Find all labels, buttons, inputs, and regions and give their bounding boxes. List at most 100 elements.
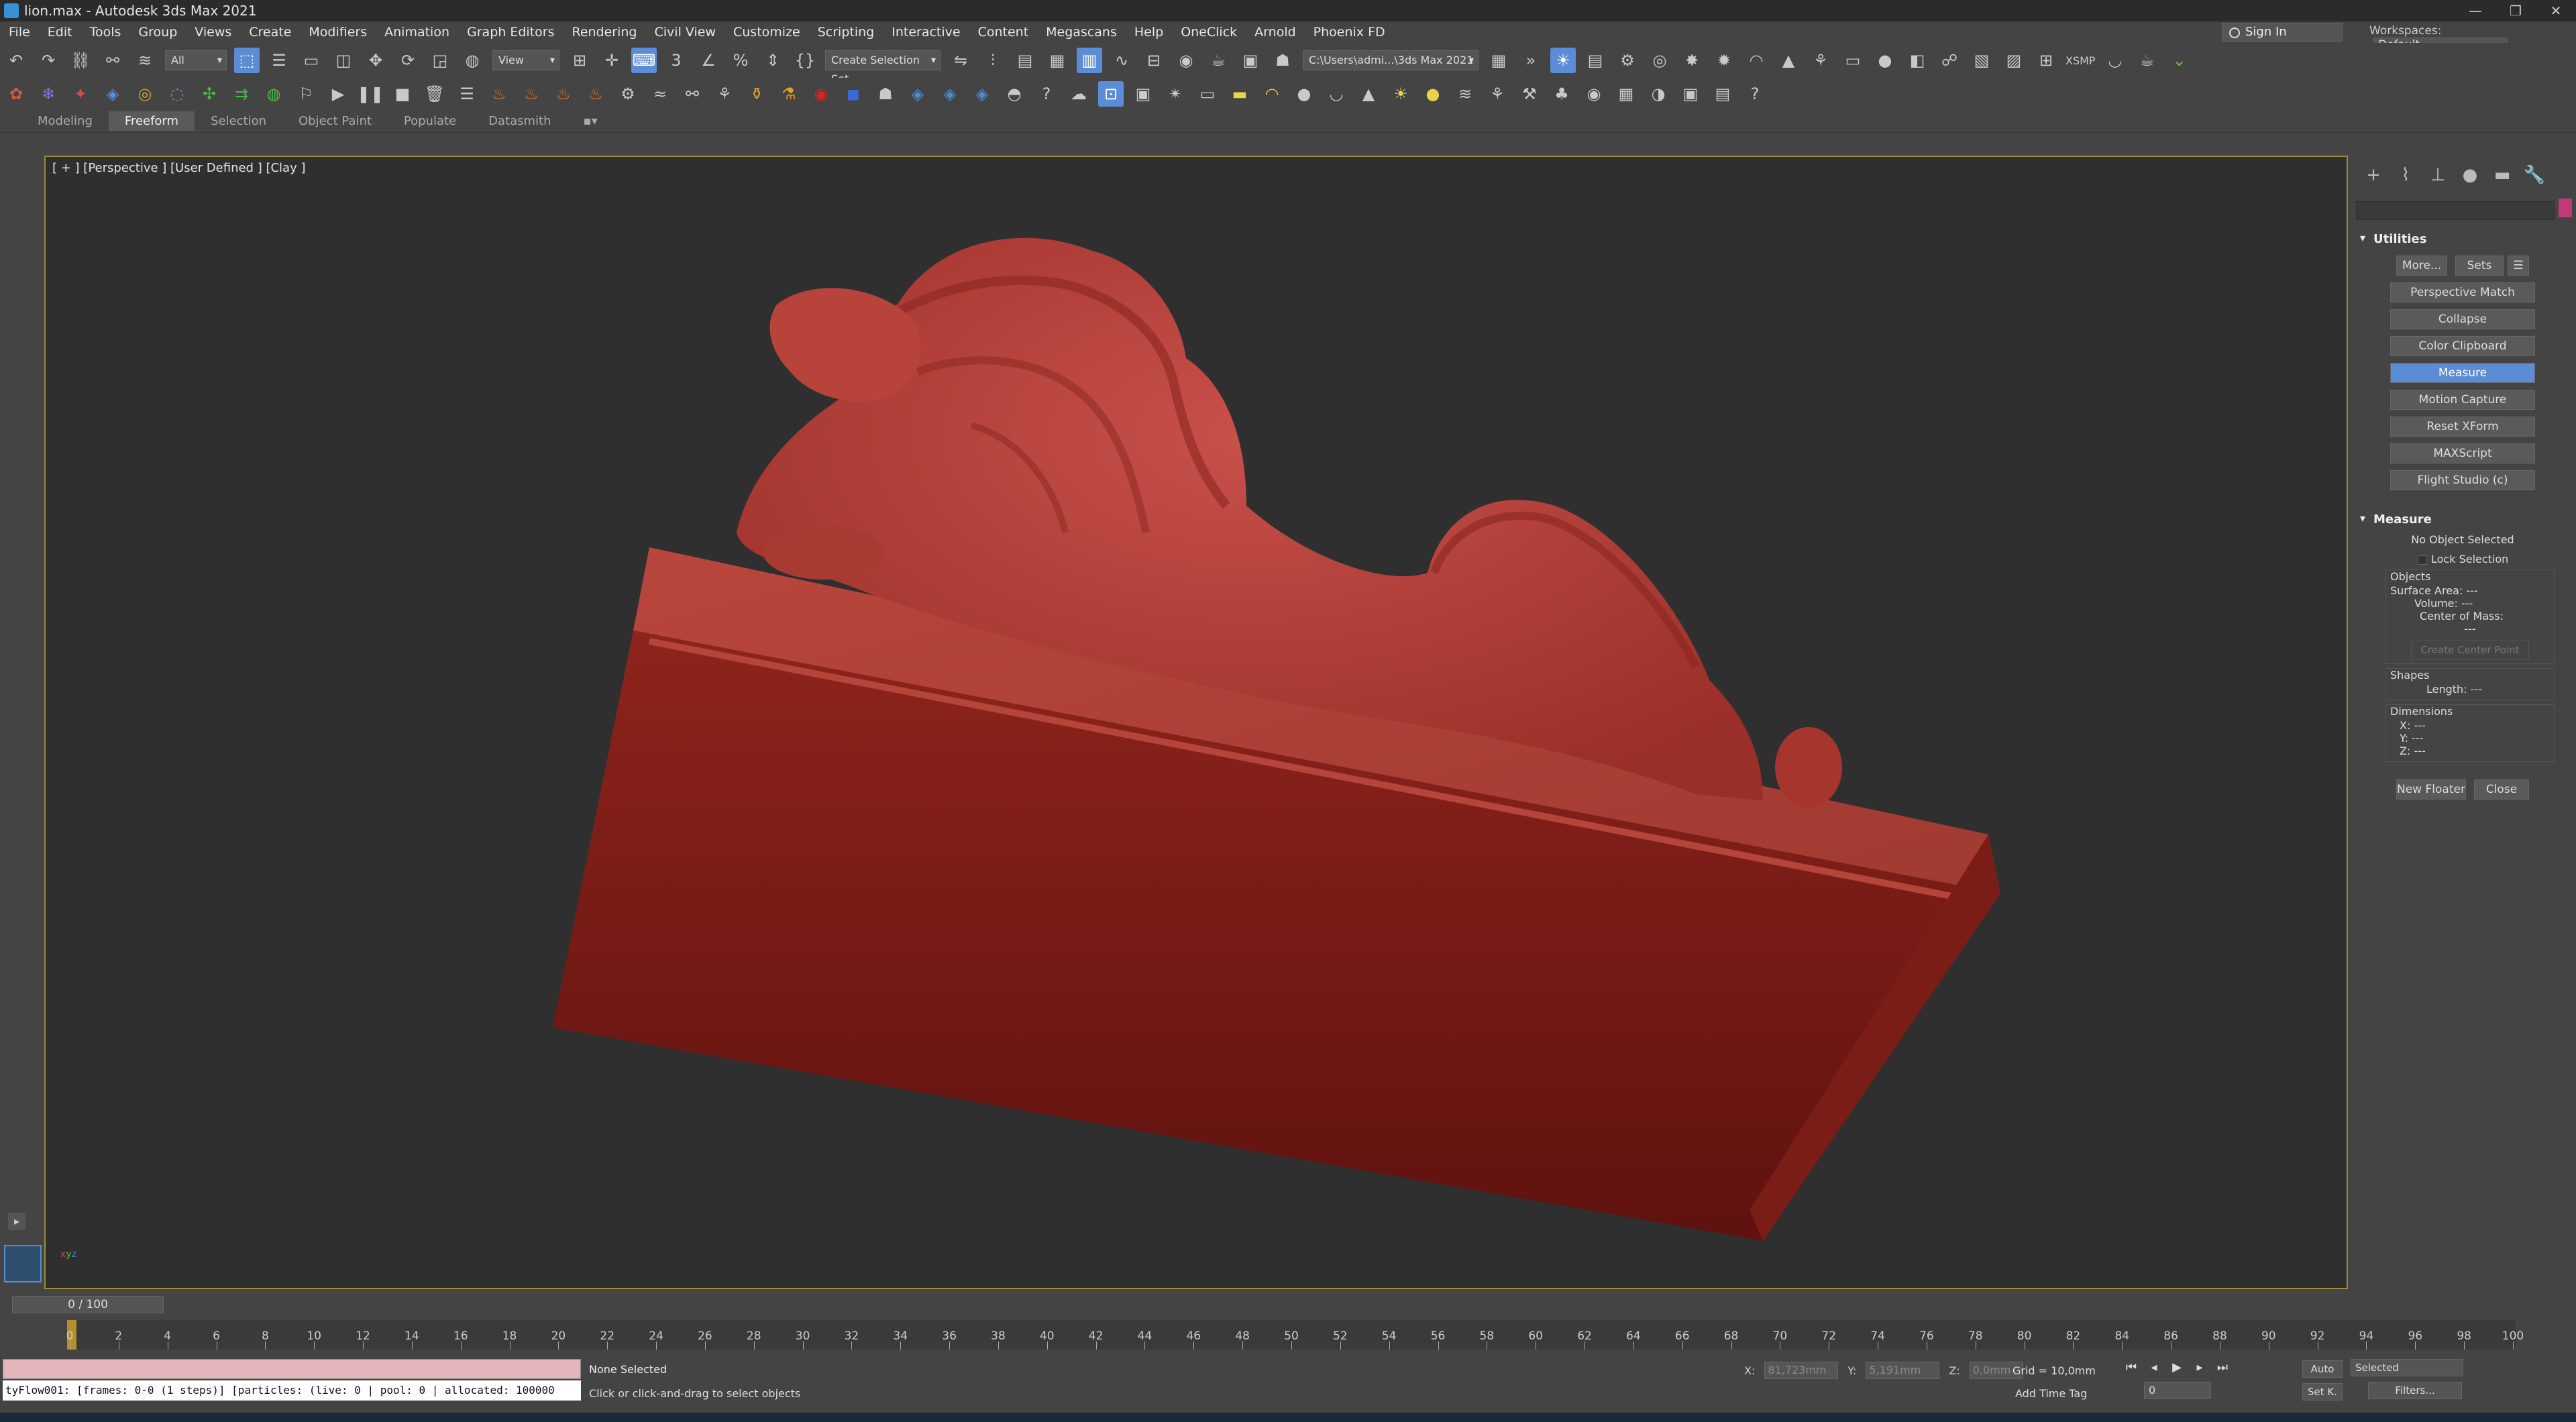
motion-capture-button[interactable]: Motion Capture xyxy=(2390,390,2535,410)
ocean-icon[interactable]: ◼ xyxy=(841,81,866,107)
perspective-match-button[interactable]: Perspective Match xyxy=(2390,282,2535,303)
liquid-icon[interactable]: ◈ xyxy=(100,81,125,107)
chip-icon[interactable]: ▣ xyxy=(1678,81,1703,107)
ribbon-toggle-icon[interactable]: ▥ xyxy=(1077,48,1102,73)
cloud-icon[interactable]: ☁ xyxy=(1066,81,1091,107)
bucket-icon[interactable]: ◓ xyxy=(1002,81,1027,107)
menu-arnold[interactable]: Arnold xyxy=(1246,25,1304,40)
vorticity-icon[interactable]: ⚘ xyxy=(712,81,737,107)
sea-icon[interactable]: ☗ xyxy=(873,81,898,107)
menu-file[interactable]: File xyxy=(0,25,39,40)
add-time-tag[interactable]: Add Time Tag xyxy=(2015,1387,2087,1400)
place-icon[interactable]: ◍ xyxy=(460,48,485,73)
vray-sun-icon[interactable]: ✹ xyxy=(1711,48,1737,73)
material-editor-icon[interactable]: ◉ xyxy=(1173,48,1199,73)
spot-light-icon[interactable]: ▲ xyxy=(1356,81,1381,107)
vray-settings-icon[interactable]: ▨ xyxy=(2001,48,2027,73)
scale-icon[interactable]: ◲ xyxy=(427,48,453,73)
keyboard-shortcut-toggle-icon[interactable]: ⌨ xyxy=(631,48,657,73)
coord-y-field[interactable]: 5,191mm xyxy=(1866,1362,1940,1379)
modify-tab-icon[interactable]: ⌇ xyxy=(2390,165,2422,189)
menu-modifiers[interactable]: Modifiers xyxy=(300,25,376,40)
fire-emitter-icon[interactable]: ♨ xyxy=(486,81,512,107)
ribbon-options-icon[interactable]: ▪▾ xyxy=(568,111,614,131)
grid-icon[interactable]: ✣ xyxy=(197,81,222,107)
vray-light-icon[interactable]: ✸ xyxy=(1679,48,1705,73)
tab-freeform[interactable]: Freeform xyxy=(108,111,195,131)
color-grid-icon[interactable]: ▦ xyxy=(1613,81,1639,107)
smoke-source-icon[interactable]: ♨ xyxy=(519,81,544,107)
select-by-name-icon[interactable]: ☰ xyxy=(266,48,292,73)
expand-layout-icon[interactable]: ▸ xyxy=(8,1213,25,1230)
vray-fur-icon[interactable]: ⚘ xyxy=(1808,48,1833,73)
configure-sets-icon[interactable]: ☰ xyxy=(2508,256,2529,276)
measure-header[interactable]: Measure xyxy=(2356,510,2569,529)
pool-icon[interactable]: ◈ xyxy=(905,81,930,107)
menu-civil-view[interactable]: Civil View xyxy=(646,25,724,40)
fire-sphere-icon[interactable]: ◉ xyxy=(808,81,834,107)
project-path-dropdown[interactable]: C:\Users\admi...\3ds Max 2021 xyxy=(1303,50,1479,70)
go-to-start-icon[interactable]: ⏮ xyxy=(2123,1360,2140,1376)
rotate-icon[interactable]: ⟳ xyxy=(395,48,421,73)
tree-icon[interactable]: ♣ xyxy=(1549,81,1574,107)
spinner-snap-icon[interactable]: ⇕ xyxy=(760,48,786,73)
render-elements-icon[interactable]: ◉ xyxy=(1581,81,1607,107)
unlink-icon[interactable]: ⚯ xyxy=(100,48,125,73)
percent-snap-icon[interactable]: % xyxy=(728,48,753,73)
menu-edit[interactable]: Edit xyxy=(39,25,81,40)
maximize-button[interactable]: ❐ xyxy=(2496,0,2536,21)
named-selection-dropdown[interactable]: Create Selection Set xyxy=(825,50,941,85)
bind-spacewarp-icon[interactable]: ≋ xyxy=(132,48,158,73)
color-clipboard-button[interactable]: Color Clipboard xyxy=(2390,336,2535,356)
undo-icon[interactable]: ↶ xyxy=(3,48,29,73)
coord-x-field[interactable]: 81,723mm xyxy=(1764,1362,1839,1379)
set-key-button[interactable]: Set K. xyxy=(2302,1383,2343,1401)
motion-tab-icon[interactable]: ● xyxy=(2454,165,2486,189)
layer-explorer-icon[interactable]: ▦ xyxy=(1044,48,1070,73)
viewport-layout-thumbnail[interactable] xyxy=(4,1245,42,1282)
stop-sim-icon[interactable]: ■ xyxy=(390,81,415,107)
utilities-tab-icon[interactable]: 🔧 xyxy=(2518,165,2551,189)
delete-cache-icon[interactable]: 🗑 xyxy=(422,81,447,107)
manipulate-icon[interactable]: ✛ xyxy=(599,48,625,73)
tab-selection[interactable]: Selection xyxy=(195,111,282,131)
color-swatch[interactable] xyxy=(2559,199,2572,217)
vray-frame-buffer-icon[interactable]: ◎ xyxy=(1647,48,1672,73)
maxscript-output[interactable]: tyFlow001: [frames: 0-0 (1 steps)] [part… xyxy=(3,1380,581,1401)
drip-icon[interactable]: ⚱ xyxy=(744,81,769,107)
vray-extra-icon[interactable]: ⊞ xyxy=(2033,48,2059,73)
plane-light-icon[interactable]: ▬ xyxy=(1227,81,1252,107)
tornado-icon[interactable]: ⚙ xyxy=(615,81,641,107)
wave-source-icon[interactable]: ≈ xyxy=(647,81,673,107)
angle-snap-icon[interactable]: ∠ xyxy=(696,48,721,73)
create-tab-icon[interactable]: + xyxy=(2357,165,2390,189)
tab-datasmith[interactable]: Datasmith xyxy=(472,111,567,131)
menu-views[interactable]: Views xyxy=(186,25,240,40)
menu-tools[interactable]: Tools xyxy=(81,25,130,40)
flame-icon[interactable]: ✿ xyxy=(3,81,29,107)
particle-icon[interactable]: ❄ xyxy=(36,81,61,107)
fluid-icon[interactable]: ☀ xyxy=(1550,48,1576,73)
sign-in-dropdown[interactable]: Sign In xyxy=(2222,23,2343,42)
tab-modeling[interactable]: Modeling xyxy=(21,111,109,131)
menu-megascans[interactable]: Megascans xyxy=(1037,25,1126,40)
go-to-end-icon[interactable]: ⏭ xyxy=(2214,1360,2231,1376)
maxscript-listener-mini[interactable] xyxy=(3,1359,581,1379)
dome-light-icon[interactable]: ◠ xyxy=(1259,81,1285,107)
lock-selection-checkbox[interactable]: Lock Selection xyxy=(2418,553,2569,565)
tank-icon[interactable]: ◈ xyxy=(969,81,995,107)
menu-animation[interactable]: Animation xyxy=(376,25,458,40)
menu-scripting[interactable]: Scripting xyxy=(809,25,883,40)
torch-icon[interactable]: ♨ xyxy=(583,81,608,107)
collapse-button[interactable]: Collapse xyxy=(2390,309,2535,329)
close-window-button[interactable]: ✕ xyxy=(2536,0,2576,21)
menu-interactive[interactable]: Interactive xyxy=(883,25,969,40)
align-icon[interactable]: ⫶ xyxy=(980,48,1006,73)
vray-plane-icon[interactable]: ▭ xyxy=(1840,48,1866,73)
scene-explorer-icon[interactable]: ▤ xyxy=(1012,48,1038,73)
link-icon[interactable]: ⛓ xyxy=(68,48,93,73)
help-icon[interactable]: ? xyxy=(1034,81,1059,107)
new-floater-button[interactable]: New Floater xyxy=(2396,779,2466,800)
river-icon[interactable]: ◈ xyxy=(937,81,963,107)
render-setup-icon[interactable]: ☕ xyxy=(1205,48,1231,73)
